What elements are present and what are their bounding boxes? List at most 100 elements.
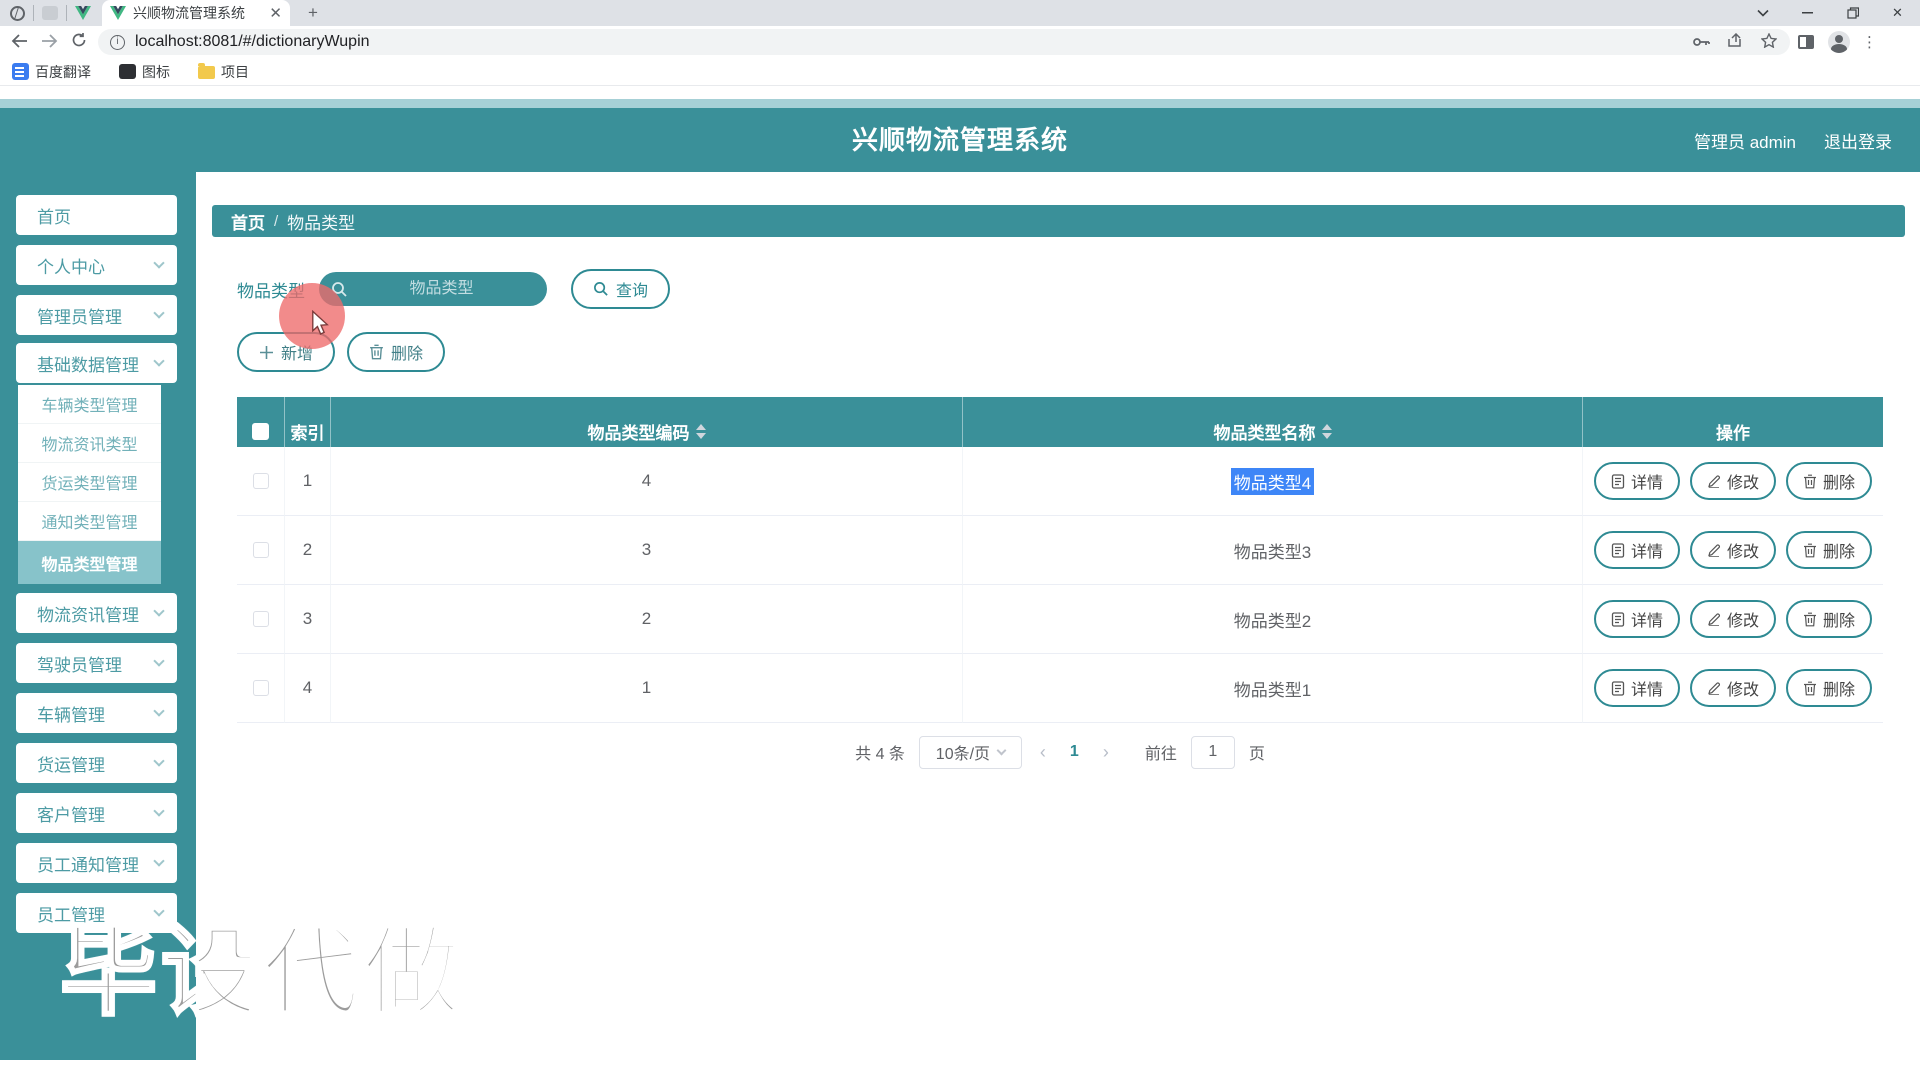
select-all-checkbox[interactable] — [252, 423, 269, 440]
pagination-total: 共 4 条 — [855, 746, 905, 763]
sort-icon[interactable] — [695, 424, 706, 439]
chevron-down-icon — [153, 257, 165, 269]
sidebar-submenu: 车辆类型管理 物流资讯类型 货运类型管理 通知类型管理 物品类型管理 — [18, 385, 161, 584]
sidebar-item-customer[interactable]: 客户管理 — [16, 793, 177, 833]
search-input-wrap — [319, 272, 547, 306]
sidebar-item-basicdata[interactable]: 基础数据管理 — [16, 343, 177, 383]
breadcrumb-home[interactable]: 首页 — [231, 209, 265, 234]
tab-search-chevron-icon[interactable] — [1740, 0, 1785, 26]
chevron-down-icon — [996, 745, 1007, 756]
trash-icon — [1804, 474, 1816, 488]
browser-menu-icon[interactable]: ⋮ — [1862, 33, 1877, 51]
browser-tabbar: 兴顺物流管理系统 ✕ + ✕ — [0, 0, 1920, 26]
edit-button[interactable]: 修改 — [1689, 531, 1776, 569]
goto-page-input[interactable] — [1190, 735, 1235, 769]
goto-suffix: 页 — [1248, 746, 1265, 763]
app-title: 兴顺物流管理系统 — [851, 125, 1068, 155]
pinned-tab-placeholder[interactable] — [42, 6, 58, 20]
submenu-item-notice-type[interactable]: 通知类型管理 — [18, 502, 161, 541]
folder-icon — [198, 63, 215, 79]
bookmark-baidu-translate[interactable]: 百度翻译 — [12, 62, 91, 82]
sidebar-item-staff-notice[interactable]: 员工通知管理 — [16, 843, 177, 883]
chevron-down-icon — [153, 655, 165, 667]
trash-icon — [1804, 681, 1816, 695]
pagination: 共 4 条 10条/页 ‹ 1 › 前往 页 — [237, 735, 1883, 769]
row-checkbox[interactable] — [252, 542, 269, 558]
browser-active-tab[interactable]: 兴顺物流管理系统 ✕ — [102, 0, 290, 26]
sidebar-item-home[interactable]: 首页 — [16, 195, 177, 235]
action-toolbar: 新增 删除 — [237, 332, 446, 372]
submenu-item-news-type[interactable]: 物流资讯类型 — [18, 424, 161, 463]
search-input[interactable] — [348, 280, 535, 298]
batch-delete-button[interactable]: 删除 — [347, 332, 446, 372]
document-icon — [1611, 542, 1625, 558]
delete-button[interactable]: 删除 — [1786, 531, 1873, 569]
logout-link[interactable]: 退出登录 — [1824, 128, 1892, 153]
reload-icon[interactable] — [64, 32, 94, 53]
header-accent-strip — [0, 99, 1920, 108]
password-key-icon[interactable] — [1692, 34, 1710, 51]
breadcrumb-separator: / — [274, 212, 279, 230]
row-checkbox[interactable] — [252, 473, 269, 489]
url-bar[interactable]: i localhost:8081/#/dictionaryWupin — [98, 29, 1790, 55]
tab-separator — [66, 5, 67, 21]
data-table: 索引 物品类型编码 物品类型名称 操作 1 4 物品类型4 详情 修改 删除 2… — [237, 397, 1883, 723]
edit-button[interactable]: 修改 — [1689, 462, 1776, 500]
url-text[interactable]: localhost:8081/#/dictionaryWupin — [135, 33, 1676, 51]
edit-button[interactable]: 修改 — [1689, 669, 1776, 707]
forward-icon[interactable] — [34, 32, 64, 53]
query-button[interactable]: 查询 — [571, 269, 671, 309]
next-page-button[interactable]: › — [1099, 742, 1113, 763]
submenu-item-freight-type[interactable]: 货运类型管理 — [18, 463, 161, 502]
detail-button[interactable]: 详情 — [1593, 462, 1680, 500]
image-icon — [119, 64, 136, 79]
app-header: 兴顺物流管理系统 管理员 admin 退出登录 — [0, 108, 1920, 172]
delete-button[interactable]: 删除 — [1786, 600, 1873, 638]
sort-icon[interactable] — [1321, 424, 1332, 439]
profile-avatar[interactable] — [1828, 31, 1850, 53]
side-panel-icon[interactable] — [1798, 35, 1814, 49]
tab-close-icon[interactable]: ✕ — [269, 4, 282, 22]
detail-button[interactable]: 详情 — [1593, 600, 1680, 638]
table-row: 3 2 物品类型2 详情 修改 删除 — [237, 585, 1883, 654]
tab-title: 兴顺物流管理系统 — [133, 5, 245, 21]
vue-logo-icon[interactable] — [75, 6, 91, 20]
submenu-item-vehicle-type[interactable]: 车辆类型管理 — [18, 385, 161, 424]
bookmarks-bar: 百度翻译 图标 项目 — [0, 58, 1920, 86]
delete-button[interactable]: 删除 — [1786, 462, 1873, 500]
chevron-down-icon — [153, 755, 165, 767]
bookmark-project[interactable]: 项目 — [198, 62, 249, 82]
globe-icon[interactable] — [10, 5, 25, 21]
sidebar-item-freight[interactable]: 货运管理 — [16, 743, 177, 783]
window-close-button[interactable]: ✕ — [1875, 0, 1920, 26]
bookmark-star-icon[interactable] — [1760, 31, 1778, 52]
site-info-icon[interactable]: i — [110, 34, 125, 50]
share-icon[interactable] — [1726, 32, 1744, 52]
pencil-icon — [1708, 475, 1721, 488]
sidebar-item-driver[interactable]: 驾驶员管理 — [16, 643, 177, 683]
row-checkbox[interactable] — [252, 611, 269, 627]
window-restore-button[interactable] — [1830, 0, 1875, 26]
current-page[interactable]: 1 — [1064, 743, 1085, 761]
row-checkbox[interactable] — [252, 680, 269, 696]
page-size-select[interactable]: 10条/页 — [918, 735, 1022, 769]
prev-page-button[interactable]: ‹ — [1036, 742, 1050, 763]
trash-icon — [1804, 612, 1816, 626]
detail-button[interactable]: 详情 — [1593, 669, 1680, 707]
sidebar-item-logistics-news[interactable]: 物流资讯管理 — [16, 593, 177, 633]
chevron-down-icon — [153, 705, 165, 717]
detail-button[interactable]: 详情 — [1593, 531, 1680, 569]
table-row: 4 1 物品类型1 详情 修改 删除 — [237, 654, 1883, 723]
search-icon — [594, 282, 608, 296]
bookmark-icons[interactable]: 图标 — [119, 62, 170, 82]
edit-button[interactable]: 修改 — [1689, 600, 1776, 638]
delete-button[interactable]: 删除 — [1786, 669, 1873, 707]
new-tab-button[interactable]: + — [302, 2, 324, 24]
sidebar-item-admin[interactable]: 管理员管理 — [16, 295, 177, 335]
window-minimize-button[interactable] — [1785, 0, 1830, 26]
back-icon[interactable] — [4, 32, 34, 53]
submenu-item-item-type-active[interactable]: 物品类型管理 — [18, 541, 161, 584]
plus-icon — [260, 345, 273, 359]
sidebar-item-vehicle[interactable]: 车辆管理 — [16, 693, 177, 733]
sidebar-item-personal[interactable]: 个人中心 — [16, 245, 177, 285]
